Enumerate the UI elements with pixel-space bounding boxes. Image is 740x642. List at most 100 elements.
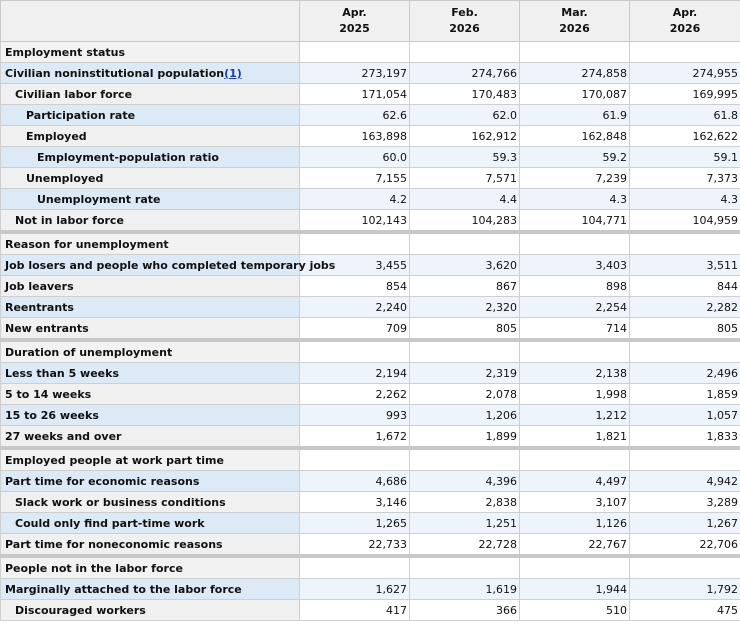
- table-row: Slack work or business conditions 3,146 2,…: [0, 491, 740, 513]
- column-header: Feb. 2026: [409, 0, 520, 42]
- value-cell: 1,899: [409, 425, 520, 449]
- value-cell: 4.3: [629, 188, 740, 210]
- row-label: Job losers and people who completed temp…: [0, 254, 335, 276]
- section-empty-cell: [629, 554, 740, 579]
- row-label-text: Part time for noneconomic reasons: [5, 537, 223, 551]
- footnote-link[interactable]: (1): [224, 67, 242, 80]
- value-cell: 2,496: [629, 362, 740, 384]
- value-cell: 274,766: [409, 62, 520, 84]
- value-cell: 162,848: [519, 125, 630, 147]
- row-label: Reentrants: [0, 296, 300, 318]
- value-cell: 274,858: [519, 62, 630, 84]
- value-cell: 3,289: [629, 491, 740, 513]
- column-year: 2025: [339, 22, 370, 35]
- value-cell: 475: [629, 599, 740, 621]
- row-label: Job leavers: [0, 275, 300, 297]
- value-cell: 805: [629, 317, 740, 341]
- value-cell: 273,197: [299, 62, 410, 84]
- value-cell: 1,859: [629, 383, 740, 405]
- value-cell: 1,944: [519, 578, 630, 600]
- row-label: Part time for economic reasons: [0, 470, 300, 492]
- row-label-text: Less than 5 weeks: [5, 366, 119, 380]
- row-label-text: Job leavers: [5, 279, 74, 293]
- row-label-text: Employed: [26, 129, 87, 143]
- row-label-text: Participation rate: [26, 108, 136, 122]
- value-cell: 898: [519, 275, 630, 297]
- value-cell: 993: [299, 404, 410, 426]
- value-cell: 59.3: [409, 146, 520, 168]
- value-cell: 3,511: [629, 254, 740, 276]
- value-cell: 2,319: [409, 362, 520, 384]
- value-cell: 4.3: [519, 188, 630, 210]
- section-empty-cell: [519, 230, 630, 255]
- data-table: Apr. 2025 Feb. 2026 Mar. 2026 Apr. 2026 Empl…: [0, 0, 740, 621]
- section-header-row: Employment status: [0, 41, 740, 63]
- table-row: Reentrants 2,240 2,320 2,254 2,282: [0, 296, 740, 318]
- row-label: Part time for noneconomic reasons: [0, 533, 300, 557]
- value-cell: 162,912: [409, 125, 520, 147]
- value-cell: 854: [299, 275, 410, 297]
- column-year: 2026: [559, 22, 590, 35]
- value-cell: 1,672: [299, 425, 410, 449]
- section-header-row: Employed people at work part time: [0, 446, 740, 471]
- value-cell: 62.0: [409, 104, 520, 126]
- section-empty-cell: [299, 446, 410, 471]
- column-month: Mar.: [561, 6, 588, 19]
- value-cell: 4.2: [299, 188, 410, 210]
- table-row: 27 weeks and over 1,672 1,899 1,821 1,833: [0, 425, 740, 449]
- value-cell: 844: [629, 275, 740, 297]
- value-cell: 714: [519, 317, 630, 341]
- section-empty-cell: [409, 230, 520, 255]
- column-month: Apr.: [342, 6, 367, 19]
- value-cell: 3,146: [299, 491, 410, 513]
- value-cell: 1,212: [519, 404, 630, 426]
- row-label: Civilian labor force: [0, 83, 300, 105]
- value-cell: 1,821: [519, 425, 630, 449]
- value-cell: 102,143: [299, 209, 410, 233]
- row-label-text: Civilian labor force: [15, 87, 133, 101]
- row-label: 15 to 26 weeks: [0, 404, 300, 426]
- value-cell: 2,262: [299, 383, 410, 405]
- row-label: Marginally attached to the labor force: [0, 578, 300, 600]
- row-label-text: Slack work or business conditions: [15, 495, 226, 509]
- table-row: 15 to 26 weeks 993 1,206 1,212 1,057: [0, 404, 740, 426]
- table-body: Employment status Civilian noninstitution…: [0, 41, 740, 621]
- section-empty-cell: [519, 446, 630, 471]
- section-title: People not in the labor force: [0, 554, 300, 579]
- column-year: 2026: [449, 22, 480, 35]
- row-label: 5 to 14 weeks: [0, 383, 300, 405]
- value-cell: 104,771: [519, 209, 630, 233]
- section-title: Employed people at work part time: [0, 446, 300, 471]
- section-title: Employment status: [0, 41, 300, 63]
- value-cell: 1,792: [629, 578, 740, 600]
- row-label-text: Discouraged workers: [15, 603, 146, 617]
- row-label-text: 27 weeks and over: [5, 429, 122, 443]
- value-cell: 274,955: [629, 62, 740, 84]
- section-empty-cell: [629, 338, 740, 363]
- section-header-row: Reason for unemployment: [0, 230, 740, 255]
- table-row: Part time for noneconomic reasons 22,733 2…: [0, 533, 740, 557]
- value-cell: 1,206: [409, 404, 520, 426]
- row-label: Not in labor force: [0, 209, 300, 233]
- value-cell: 2,254: [519, 296, 630, 318]
- value-cell: 417: [299, 599, 410, 621]
- value-cell: 1,251: [409, 512, 520, 534]
- value-cell: 2,194: [299, 362, 410, 384]
- value-cell: 4,686: [299, 470, 410, 492]
- row-label: New entrants: [0, 317, 300, 341]
- table-row: Unemployment rate 4.2 4.4 4.3 4.3: [0, 188, 740, 210]
- value-cell: 2,282: [629, 296, 740, 318]
- table-row: Employed 163,898 162,912 162,848 162,622: [0, 125, 740, 147]
- value-cell: 22,733: [299, 533, 410, 557]
- row-label-text: Marginally attached to the labor force: [5, 582, 242, 596]
- value-cell: 709: [299, 317, 410, 341]
- value-cell: 2,838: [409, 491, 520, 513]
- table-row: Discouraged workers 417 366 510 475: [0, 599, 740, 621]
- section-empty-cell: [409, 41, 520, 63]
- value-cell: 805: [409, 317, 520, 341]
- section-empty-cell: [299, 41, 410, 63]
- value-cell: 59.2: [519, 146, 630, 168]
- column-year: 2026: [669, 22, 701, 35]
- value-cell: 1,627: [299, 578, 410, 600]
- section-empty-cell: [409, 554, 520, 579]
